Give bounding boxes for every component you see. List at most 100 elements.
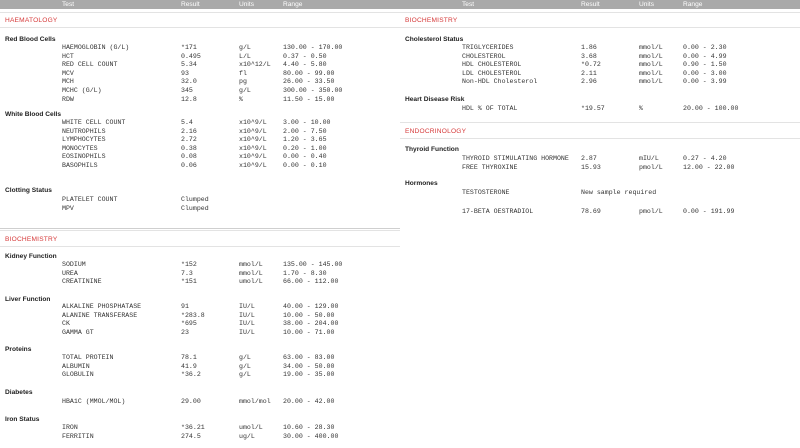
cell-range: 11.50 - 15.00 <box>283 95 335 103</box>
group-label-thyroid-function: Thyroid Function <box>405 146 459 153</box>
cell-units: ug/L <box>239 432 255 440</box>
table-row: IRON *36.21 umol/L 10.60 - 28.30 <box>0 424 400 432</box>
cell-test: Non-HDL Cholesterol <box>462 78 538 86</box>
table-row: SODIUM *152 mmol/L 135.00 - 145.00 <box>0 261 400 269</box>
section-divider <box>400 27 800 28</box>
cell-range: 2.00 - 7.50 <box>283 127 327 135</box>
cell-range: 4.40 - 5.80 <box>283 61 327 69</box>
cell-range: 3.00 - 10.00 <box>283 119 331 126</box>
table-row: RDW 12.8% 11.50 - 15.00 <box>0 96 400 104</box>
group-label-hormones: Hormones <box>405 180 438 187</box>
table-row: ALBUMIN 41.9 g/L 34.00 - 50.00 <box>0 363 400 371</box>
cell-result: 78.69 <box>581 208 601 215</box>
table-row: MPV Clumped <box>0 205 400 213</box>
cell-test: MCHC (G/L) <box>62 87 102 94</box>
cell-result: 78.1 <box>181 354 197 361</box>
cell-units: x10^9/L <box>239 144 267 152</box>
cell-units: pmol/L <box>639 163 663 171</box>
cell-test: CHOLESTEROL <box>462 52 506 60</box>
table-row: RED CELL COUNT 5.34 x10^12/L 4.40 - 5.80 <box>0 61 400 69</box>
header-test: Test <box>462 1 475 8</box>
cell-test: ALKALINE PHOSPHATASE <box>62 303 142 310</box>
cell-result: 0.06 <box>181 162 197 169</box>
cell-result: 2.96 <box>581 78 597 86</box>
cell-result: 15.93 <box>581 163 601 171</box>
cell-range: 12.00 - 22.00 <box>683 163 735 171</box>
cell-test: LYMPHOCYTES <box>62 136 106 144</box>
section-title-biochemistry: BIOCHEMISTRY <box>5 236 58 243</box>
table-row: TOTAL PROTEIN 78.1 g/L 63.00 - 83.00 <box>0 354 400 362</box>
table-row: MCV 93 fl 80.00 - 99.00 <box>0 70 400 78</box>
cell-range: 300.00 - 350.00 <box>283 87 343 94</box>
cell-test: RDW <box>62 95 74 103</box>
section-divider <box>0 27 400 28</box>
group-label-clotting-status: Clotting Status <box>5 187 52 194</box>
header-result: Result <box>181 1 200 8</box>
cell-range: 1.70 - 8.30 <box>283 269 327 277</box>
cell-units: L/L <box>239 52 251 60</box>
cell-result: *36.2 <box>181 371 201 379</box>
cell-units: mmol/L <box>639 69 663 77</box>
table-row: CREATININE *151 umol/L 66.00 - 112.00 <box>0 278 400 286</box>
cell-units: mmol/L <box>639 44 663 51</box>
table-row: FERRITIN 274.5 ug/L 30.00 - 400.00 <box>0 433 400 441</box>
group-label-kidney-function: Kidney Function <box>5 253 57 260</box>
cell-units: x10^9/L <box>239 127 267 135</box>
cell-test: GLOBULIN <box>62 371 94 379</box>
header-units: Units <box>239 1 255 8</box>
table-row: BASOPHILS 0.06 x10^9/L 0.00 - 0.10 <box>0 162 400 170</box>
group-label-diabetes: Diabetes <box>5 389 33 396</box>
cell-range: 20.00 - 42.00 <box>283 398 335 405</box>
cell-test: UREA <box>62 269 78 277</box>
cell-range: 30.00 - 400.00 <box>283 432 339 440</box>
table-row: TRIGLYCERIDES 1.86 mmol/L 0.00 - 2.30 <box>400 44 800 52</box>
table-row: HDL % OF TOTAL *19.57% 20.00 - 100.00 <box>400 105 800 113</box>
cell-result: 2.11 <box>581 69 597 77</box>
cell-units: g/L <box>239 87 251 94</box>
cell-test: THYROID STIMULATING HORMONE <box>462 155 569 162</box>
cell-units: mmol/L <box>239 261 263 268</box>
cell-test: HBA1C (MMOL/MOL) <box>62 398 126 405</box>
cell-test: CK <box>62 320 70 328</box>
cell-result: 5.34 <box>181 61 197 69</box>
cell-result: *19.57 <box>581 105 605 112</box>
cell-range: 80.00 - 99.00 <box>283 69 335 77</box>
group-label-cholesterol-status: Cholesterol Status <box>405 36 464 43</box>
cell-test: HDL % OF TOTAL <box>462 105 518 112</box>
cell-range: 0.00 - 2.30 <box>683 44 727 51</box>
cell-test: MCH <box>62 78 74 86</box>
cell-range: 0.00 - 4.99 <box>683 52 727 60</box>
cell-test: MCV <box>62 69 74 77</box>
cell-test: HDL CHOLESTEROL <box>462 61 522 69</box>
cell-range: 40.00 - 129.00 <box>283 303 339 310</box>
cell-range: 10.60 - 28.30 <box>283 424 335 431</box>
cell-range: 10.00 - 71.00 <box>283 328 335 336</box>
cell-units: g/L <box>239 354 251 361</box>
cell-units: umol/L <box>239 278 263 286</box>
header-units: Units <box>639 1 655 8</box>
section-title-haematology: HAEMATOLOGY <box>5 17 58 24</box>
cell-result: 0.495 <box>181 52 201 60</box>
cell-result: 1.86 <box>581 44 597 51</box>
cell-test: 17-BETA OESTRADIOL <box>462 208 534 215</box>
column-header: Test Result Units Range <box>0 0 400 9</box>
table-row: HDL CHOLESTEROL *0.72 mmol/L 0.90 - 1.50 <box>400 61 800 69</box>
cell-units: mmol/L <box>639 61 663 69</box>
cell-units: g/L <box>239 371 251 379</box>
cell-test: IRON <box>62 424 78 431</box>
cell-range: 0.37 - 0.50 <box>283 52 327 60</box>
table-row: NEUTROPHILS 2.16 x10^9/L 2.00 - 7.50 <box>0 128 400 136</box>
cell-result: *695 <box>181 320 197 328</box>
cell-test: MONOCYTES <box>62 144 98 152</box>
cell-result: 12.8 <box>181 95 197 103</box>
cell-units: x10^9/L <box>239 136 267 144</box>
cell-result: 3.68 <box>581 52 597 60</box>
cell-units: IU/L <box>239 311 255 319</box>
cell-test: ALANINE TRANSFERASE <box>62 311 138 319</box>
cell-range: 38.00 - 204.00 <box>283 320 339 328</box>
group-label-iron-status: Iron Status <box>5 416 40 423</box>
cell-units: mmol/mol <box>239 398 271 405</box>
cell-result: 93 <box>181 69 189 77</box>
cell-range: 0.20 - 1.00 <box>283 144 327 152</box>
table-row: UREA 7.3 mmol/L 1.70 - 8.30 <box>0 270 400 278</box>
